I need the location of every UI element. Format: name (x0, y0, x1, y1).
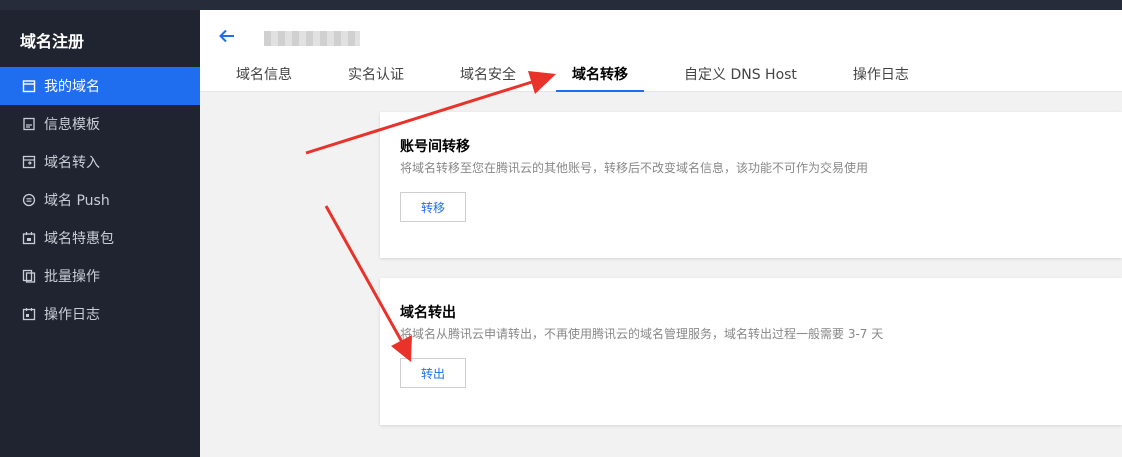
tab-real-name[interactable]: 实名认证 (332, 64, 420, 92)
sidebar-item-label: 域名 Push (44, 193, 110, 209)
push-icon (22, 193, 36, 207)
account-transfer-card: 账号间转移 将域名转移至您在腾讯云的其他账号，转移后不改变域名信息，该功能不可作… (380, 112, 1122, 258)
tab-operation-log[interactable]: 操作日志 (837, 64, 925, 92)
tab-domain-security[interactable]: 域名安全 (444, 64, 532, 92)
sidebar-item-transfer-in[interactable]: 域名转入 (0, 143, 200, 181)
top-bar (0, 0, 1122, 10)
transfer-out-card: 域名转出 将域名从腾讯云申请转出，不再使用腾讯云的域名管理服务，域名转出过程一般… (380, 278, 1122, 425)
tab-domain-transfer[interactable]: 域名转移 (556, 64, 644, 92)
app-title: 域名注册 (20, 32, 85, 51)
sidebar: 域名注册 我的域名 信息模板 域名转入 域名 Push 域名特惠包 批量操作 操… (0, 10, 200, 457)
tab-bar: 域名信息 实名认证 域名安全 域名转移 自定义 DNS Host 操作日志 (220, 64, 949, 92)
gift-icon (22, 231, 36, 245)
copy-icon (22, 269, 36, 283)
card-title: 域名转出 (400, 305, 456, 321)
sidebar-item-label: 域名转入 (44, 155, 100, 171)
sidebar-nav: 我的域名 信息模板 域名转入 域名 Push 域名特惠包 批量操作 操作日志 (0, 67, 200, 333)
card-description: 将域名转移至您在腾讯云的其他账号，转移后不改变域名信息，该功能不可作为交易使用 (400, 161, 869, 175)
sidebar-item-label: 批量操作 (44, 269, 100, 285)
sidebar-item-label: 操作日志 (44, 307, 100, 323)
card-description: 将域名从腾讯云申请转出，不再使用腾讯云的域名管理服务，域名转出过程一般需要 3-… (400, 327, 884, 341)
sidebar-item-my-domains[interactable]: 我的域名 (0, 67, 200, 105)
domain-name-redacted (264, 31, 360, 46)
calendar-icon (22, 79, 36, 93)
back-arrow-icon[interactable] (218, 27, 236, 45)
sidebar-item-operation-log[interactable]: 操作日志 (0, 295, 200, 333)
transfer-button[interactable]: 转移 (400, 192, 466, 222)
tab-domain-info[interactable]: 域名信息 (220, 64, 308, 92)
log-icon (22, 307, 36, 321)
sidebar-item-domain-package[interactable]: 域名特惠包 (0, 219, 200, 257)
page-header: 域名信息 实名认证 域名安全 域名转移 自定义 DNS Host 操作日志 (200, 10, 1122, 92)
transfer-in-icon (22, 155, 36, 169)
tab-custom-dns-host[interactable]: 自定义 DNS Host (668, 64, 813, 92)
transfer-out-button[interactable]: 转出 (400, 358, 466, 388)
document-icon (22, 117, 36, 131)
sidebar-item-domain-push[interactable]: 域名 Push (0, 181, 200, 219)
sidebar-item-info-template[interactable]: 信息模板 (0, 105, 200, 143)
card-title: 账号间转移 (400, 139, 470, 155)
sidebar-item-batch-operation[interactable]: 批量操作 (0, 257, 200, 295)
sidebar-item-label: 我的域名 (44, 79, 100, 95)
sidebar-item-label: 域名特惠包 (44, 231, 114, 247)
sidebar-item-label: 信息模板 (44, 117, 100, 133)
